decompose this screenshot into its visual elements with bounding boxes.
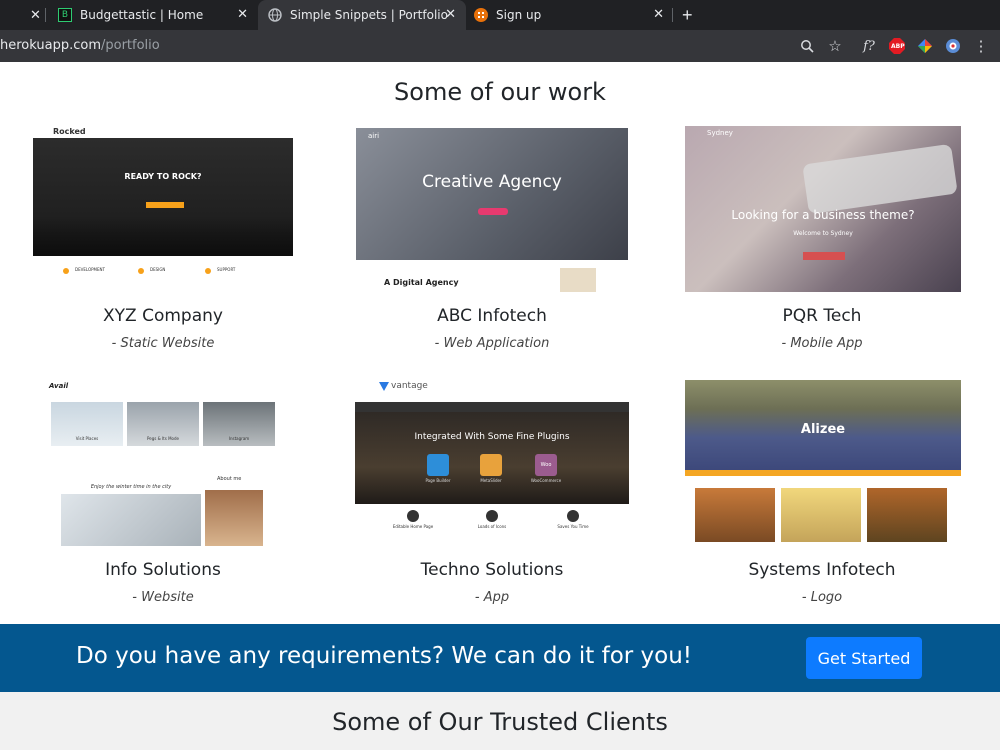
portfolio-thumbnail[interactable]: Avail Visit Places Pegs & Its Mode Insta…: [47, 380, 279, 546]
clients-title: Some of Our Trusted Clients: [332, 708, 668, 736]
card-subtitle: - App: [474, 590, 510, 605]
vantage-logo-icon: [379, 382, 389, 391]
tab-budgettastic[interactable]: B Budgettastic | Home ✕: [50, 0, 258, 30]
thumb-feature: Editable Home Page: [392, 524, 434, 529]
menu-dots-icon[interactable]: ⋮: [972, 37, 990, 55]
thumb-heading: READY TO ROCK?: [124, 172, 202, 181]
thumb-brand: Avail: [49, 382, 69, 390]
portfolio-thumbnail[interactable]: airi Creative Agency A Digital Agency: [356, 128, 628, 292]
close-icon[interactable]: ✕: [237, 7, 248, 22]
page-content: Some of our work Rocked READY TO ROCK? D…: [0, 62, 1000, 750]
bookmark-star-icon[interactable]: ☆: [826, 37, 844, 55]
thumb-caption: Visit Places: [75, 436, 99, 441]
thumb-plugin: WooCommerce: [530, 478, 562, 483]
portfolio-thumbnail[interactable]: Alizee: [685, 380, 961, 546]
thumb-feature: Saves You Time: [557, 524, 589, 529]
tab-separator: [672, 8, 673, 22]
card-title: PQR Tech: [782, 306, 862, 326]
color-extension-icon[interactable]: [916, 37, 934, 55]
portfolio-title: Some of our work: [394, 78, 606, 106]
thumb-caption: Pegs & Its Mode: [146, 436, 180, 441]
card-title: Techno Solutions: [420, 560, 564, 580]
thumb-plugin: Page Builder: [425, 478, 451, 483]
thumb-heading: Alizee: [800, 422, 846, 437]
tab-portfolio[interactable]: Simple Snippets | Portfolio ✕: [258, 0, 466, 30]
thumb-heading: Creative Agency: [422, 172, 562, 192]
thumb-sub: Welcome to Sydney: [793, 230, 853, 237]
close-icon[interactable]: ✕: [445, 7, 456, 22]
card-title: Info Solutions: [105, 560, 221, 580]
portfolio-thumbnail[interactable]: Sydney Looking for a business theme? Wel…: [685, 126, 961, 292]
zoom-icon[interactable]: [798, 37, 816, 55]
url-host: herokuapp.com: [0, 38, 101, 53]
thumb-brand: vantage: [391, 381, 428, 391]
translate-extension-icon[interactable]: [944, 37, 962, 55]
card-subtitle: - Mobile App: [781, 336, 863, 351]
grid-icon: [474, 8, 488, 22]
thumb-feature: DEVELOPMENT: [75, 267, 105, 272]
close-icon[interactable]: ✕: [653, 7, 664, 22]
cta-banner: Do you have any requirements? We can do …: [0, 624, 1000, 692]
portfolio-thumbnail[interactable]: Rocked READY TO ROCK? DEVELOPMENT DESIGN…: [33, 126, 293, 292]
thumb-footer: A Digital Agency: [384, 278, 459, 287]
thumb-feature: Loads of Icons: [477, 524, 507, 529]
cta-text: Do you have any requirements? We can do …: [76, 643, 693, 669]
card-subtitle: - Static Website: [111, 336, 215, 351]
thumb-heading: Integrated With Some Fine Plugins: [414, 432, 570, 442]
thumb-heading: Looking for a business theme?: [731, 208, 915, 222]
close-icon[interactable]: ✕: [30, 7, 41, 23]
tab-separator: [45, 8, 46, 22]
thumb-plugin: MetaSlider: [480, 478, 502, 483]
url-field[interactable]: herokuapp.com/portfolio: [0, 38, 160, 53]
thumb-caption: Instagram: [228, 436, 250, 441]
budgettastic-favicon: B: [58, 8, 72, 22]
woocommerce-logo-icon: Woo: [540, 462, 552, 468]
thumb-feature: DESIGN: [150, 267, 166, 272]
card-title: XYZ Company: [103, 306, 223, 326]
tab-title: Sign up: [496, 8, 542, 22]
thumb-heading: Enjoy the winter time in the city: [90, 484, 172, 490]
thumb-brand: airi: [368, 132, 380, 140]
globe-icon: [268, 8, 282, 22]
card-subtitle: - Web Application: [434, 336, 550, 351]
portfolio-thumbnail[interactable]: vantage Integrated With Some Fine Plugin…: [355, 380, 629, 546]
fx-extension-icon[interactable]: f?: [860, 37, 878, 55]
tab-title: Simple Snippets | Portfolio: [290, 8, 448, 22]
address-bar: herokuapp.com/portfolio ☆ f? ABP ⋮: [0, 30, 1000, 62]
url-path: /portfolio: [101, 38, 160, 53]
clients-section: Some of Our Trusted Clients: [0, 692, 1000, 750]
tab-title: Budgettastic | Home: [80, 8, 204, 22]
adblock-label: ABP: [891, 43, 905, 50]
new-tab-icon[interactable]: +: [682, 5, 693, 26]
card-subtitle: - Logo: [801, 590, 843, 605]
card-subtitle: - Website: [132, 590, 194, 605]
thumb-feature: SUPPORT: [217, 267, 236, 272]
thumb-brand: Sydney: [707, 129, 733, 137]
tab-signup[interactable]: Sign up ✕: [466, 0, 674, 30]
card-title: Systems Infotech: [748, 560, 896, 580]
thumb-brand: Rocked: [53, 127, 86, 136]
thumb-aside: About me: [217, 476, 242, 482]
get-started-button[interactable]: Get Started: [806, 637, 922, 679]
browser-tab-bar: ✕ B Budgettastic | Home ✕ Simple Snippet…: [0, 0, 1000, 30]
card-title: ABC Infotech: [437, 306, 547, 326]
